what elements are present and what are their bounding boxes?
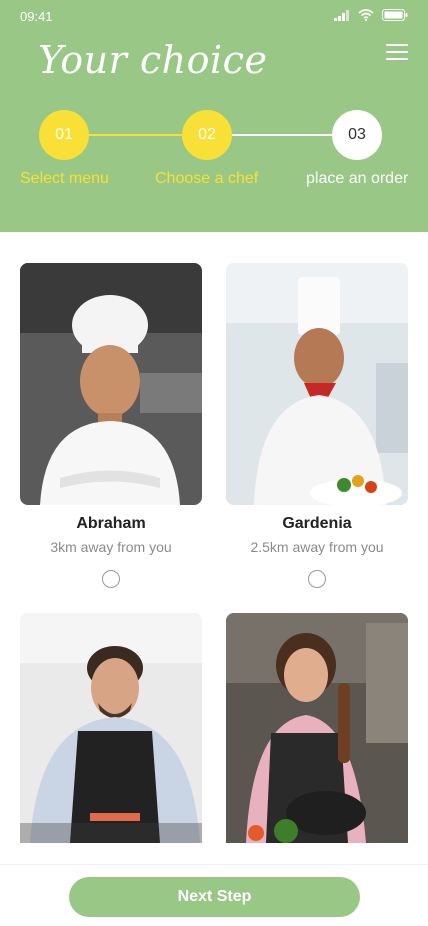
step-2-number: 02 (198, 126, 216, 143)
step-connector-1 (88, 134, 184, 136)
step-2-circle: 02 (182, 110, 232, 160)
chef-photo (226, 613, 408, 843)
chef-photo (20, 613, 202, 843)
chef-card-abraham[interactable]: Abraham 3km away from you (20, 263, 202, 588)
chef-card-gardenia[interactable]: Gardenia 2.5km away from you (226, 263, 408, 588)
step-1-number: 01 (55, 126, 73, 143)
hamburger-menu-icon[interactable] (386, 44, 408, 60)
chef-distance: 2.5km away from you (250, 539, 384, 555)
step-1-circle: 01 (39, 110, 89, 160)
chef-photo (20, 263, 202, 505)
chef-card-4[interactable] (226, 613, 408, 853)
step-3-label: place an order (306, 170, 409, 187)
header-curve (0, 196, 428, 230)
chef-photo (226, 263, 408, 505)
chef-name: Abraham (76, 515, 146, 532)
next-step-button[interactable]: Next Step (69, 877, 360, 917)
step-3-number: 03 (348, 126, 366, 143)
battery-icon (382, 9, 408, 21)
step-1-label: Select menu (20, 170, 109, 187)
step-3-circle: 03 (332, 110, 382, 160)
status-time: 09:41 (20, 9, 53, 24)
chef-select-radio[interactable] (308, 570, 326, 588)
chef-distance: 3km away from you (50, 539, 172, 555)
status-bar: 09:41 (0, 0, 428, 32)
chef-select-radio[interactable] (102, 570, 120, 588)
step-2-label: Choose a chef (155, 170, 259, 187)
signal-icon (334, 9, 349, 21)
page-title: Your choice (38, 38, 268, 82)
chef-card-3[interactable] (20, 613, 202, 853)
wifi-icon (358, 9, 374, 21)
footer-bar: Next Step (0, 864, 428, 926)
step-connector-2 (232, 134, 334, 136)
chef-name: Gardenia (282, 515, 352, 532)
